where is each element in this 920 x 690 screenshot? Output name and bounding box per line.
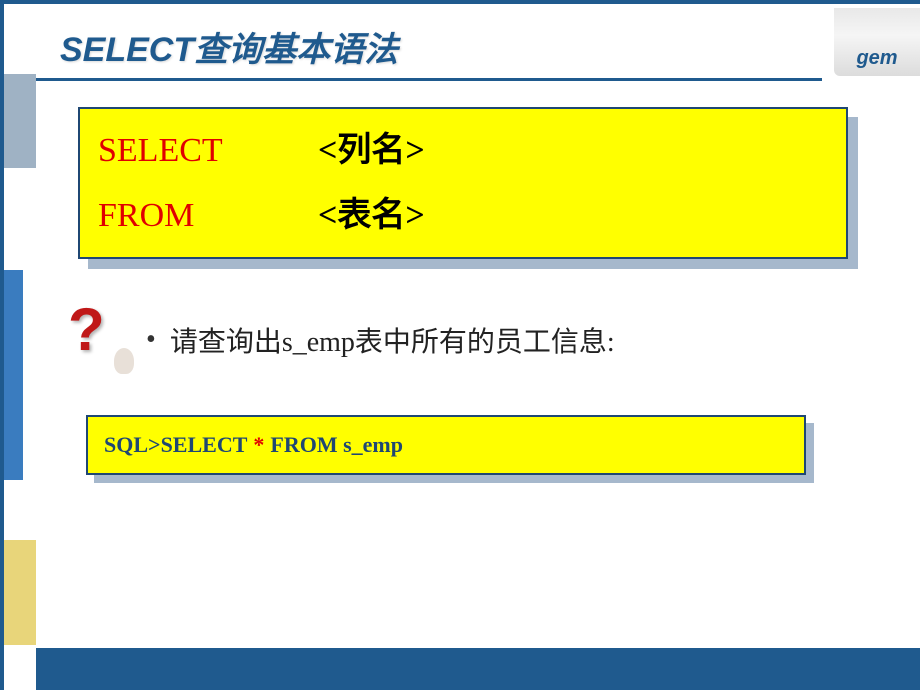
question-text: 请查询出s_emp表中所有的员工信息: [170,320,615,360]
syntax-box: SELECT <列名> FROM <表名> [78,107,848,259]
syntax-arg-table: <表名> [318,184,425,249]
left-blue-box-deco [4,270,23,480]
syntax-line-2: FROM <表名> [98,184,828,249]
gem-logo-text: gem [856,47,897,70]
question-mark-icon: ? [68,300,128,380]
top-border-deco [0,0,920,4]
sql-from: FROM s_emp [270,432,403,458]
syntax-keyword-from: FROM [98,184,318,249]
gem-logo: gem [834,8,920,76]
slide-title: SELECT查询基本语法 [60,22,398,71]
question-row: ? • 请查询出s_emp表中所有的员工信息: [68,300,615,380]
sql-example-box: SQL> SELECT * FROM s_emp [86,415,806,475]
bottom-bar-deco [36,650,920,690]
syntax-keyword-select: SELECT [98,119,318,184]
bullet-icon: • [146,324,156,356]
syntax-arg-columns: <列名> [318,119,425,184]
sql-star: * [253,432,264,458]
slide: gem SELECT查询基本语法 SELECT <列名> FROM <表名> ?… [0,0,920,690]
sql-select: SELECT [161,432,248,458]
syntax-line-1: SELECT <列名> [98,119,828,184]
sql-prompt: SQL> [104,432,161,458]
title-underline [36,78,822,81]
left-yellow-box-deco [4,540,36,645]
left-grey-box-deco [4,74,36,168]
